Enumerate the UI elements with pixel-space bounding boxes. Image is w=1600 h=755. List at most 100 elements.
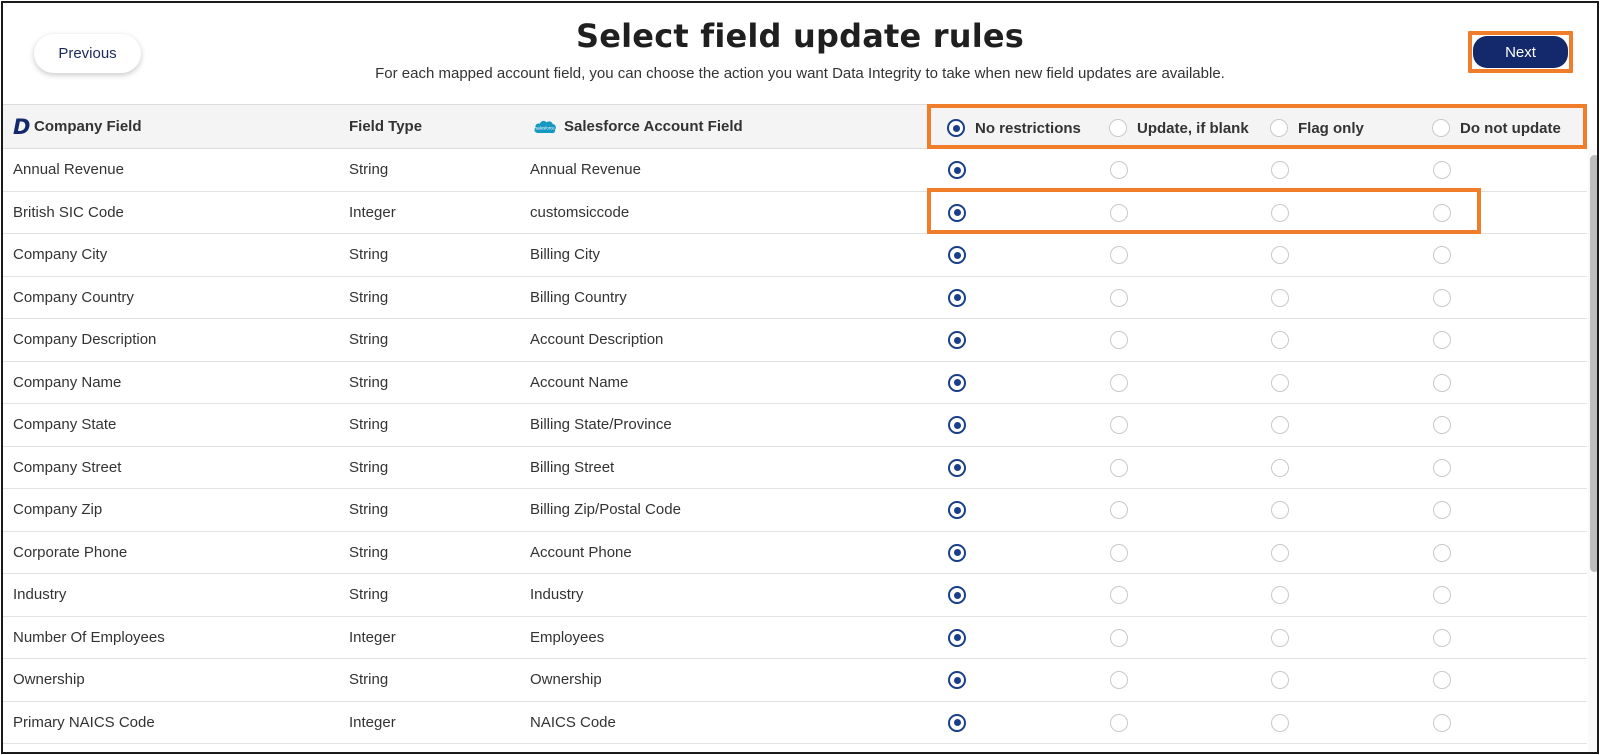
cell-company-field: Company State [13, 416, 117, 433]
radio-update-if-blank[interactable] [1110, 628, 1128, 647]
cell-salesforce-field: Account Name [530, 373, 629, 391]
scrollbar-thumb[interactable] [1590, 155, 1597, 572]
company-logo-icon: D [13, 115, 31, 139]
radio-flag-only[interactable] [1271, 416, 1289, 434]
cell-salesforce-field: Billing Street [530, 458, 615, 476]
table-row: Annual Revenue String Annual Revenue [3, 149, 1587, 192]
cell-field-type: String [349, 161, 389, 178]
radio-do-not-update[interactable] [1433, 628, 1451, 647]
radio-update-if-blank[interactable] [1110, 288, 1128, 307]
radio-do-not-update[interactable] [1433, 373, 1451, 392]
radio-update-if-blank[interactable] [1110, 713, 1128, 732]
radio-do-not-update[interactable] [1433, 161, 1451, 179]
page-title: Select field update rules [575, 17, 1025, 55]
cell-field-type: String [349, 458, 389, 476]
radio-no-restrictions[interactable] [948, 161, 966, 179]
radio-update-if-blank[interactable] [1110, 331, 1128, 349]
table-scrollbar[interactable] [1588, 149, 1597, 752]
page-subtitle: For each mapped account field, you can c… [375, 65, 1225, 82]
radio-no-restrictions[interactable] [948, 331, 966, 349]
table-row: Company Street String Billing Street [3, 447, 1587, 489]
radio-no-restrictions[interactable] [948, 501, 966, 519]
radio-do-not-update[interactable] [1433, 543, 1451, 562]
radio-no-restrictions[interactable] [948, 416, 966, 434]
table-row: Primary NAICS Code Integer NAICS Code [3, 702, 1587, 744]
table-row: Ownership String Ownership [3, 659, 1587, 702]
radio-update-if-blank[interactable] [1110, 586, 1128, 604]
table-row: Industry String Industry [3, 574, 1587, 617]
radio-flag-only[interactable] [1271, 288, 1289, 307]
cell-field-type: String [349, 288, 389, 306]
radio-do-not-update[interactable] [1433, 671, 1451, 689]
cell-field-type: String [349, 416, 389, 433]
radio-update-if-blank[interactable] [1110, 416, 1128, 434]
radio-flag-only[interactable] [1271, 713, 1289, 732]
cell-company-field: Ownership [13, 671, 85, 688]
radio-flag-only[interactable] [1271, 458, 1289, 477]
radio-no-restrictions[interactable] [948, 288, 966, 307]
cell-field-type: String [349, 373, 389, 391]
radio-do-not-update[interactable] [1433, 246, 1451, 264]
cell-company-field: Company Street [13, 458, 122, 476]
cell-salesforce-field: Account Phone [530, 543, 632, 561]
radio-no-restrictions[interactable] [948, 713, 966, 732]
radio-flag-only[interactable] [1271, 628, 1289, 647]
cell-field-type: String [349, 586, 389, 603]
radio-do-not-update[interactable] [1433, 501, 1451, 519]
radio-flag-only[interactable] [1271, 161, 1289, 179]
radio-flag-only[interactable] [1271, 586, 1289, 604]
options-header-highlight [927, 104, 1587, 149]
radio-flag-only[interactable] [1271, 331, 1289, 349]
radio-flag-only[interactable] [1271, 543, 1289, 562]
cell-salesforce-field: Billing Country [530, 288, 627, 306]
radio-do-not-update[interactable] [1433, 713, 1451, 732]
radio-update-if-blank[interactable] [1110, 501, 1128, 519]
radio-flag-only[interactable] [1271, 246, 1289, 264]
radio-update-if-blank[interactable] [1110, 458, 1128, 477]
radio-update-if-blank[interactable] [1110, 373, 1128, 392]
radio-no-restrictions[interactable] [948, 628, 966, 647]
table-row: Company Country String Billing Country [3, 277, 1587, 319]
cell-salesforce-field: Billing City [530, 246, 601, 263]
page-header: Previous Select field update rules For e… [3, 3, 1597, 104]
cell-salesforce-field: Industry [530, 586, 584, 603]
cell-company-field: Number Of Employees [13, 628, 165, 646]
table-row: Company City String Billing City [3, 234, 1587, 277]
cell-company-field: Annual Revenue [13, 161, 124, 178]
cell-field-type: Integer [349, 628, 396, 646]
table-body: Annual Revenue String Annual Revenue Britis… [3, 149, 1587, 744]
table-row: Company Description String Account Descrip… [3, 319, 1587, 362]
radio-do-not-update[interactable] [1433, 586, 1451, 604]
cell-company-field: Company City [13, 246, 108, 263]
cell-salesforce-field: Billing State/Province [530, 416, 672, 433]
table-row: Number Of Employees Integer Employees [3, 617, 1587, 659]
radio-no-restrictions[interactable] [948, 586, 966, 604]
radio-update-if-blank[interactable] [1110, 246, 1128, 264]
radio-flag-only[interactable] [1271, 373, 1289, 392]
radio-no-restrictions[interactable] [948, 373, 966, 392]
radio-update-if-blank[interactable] [1110, 671, 1128, 689]
radio-flag-only[interactable] [1271, 501, 1289, 519]
radio-do-not-update[interactable] [1433, 458, 1451, 477]
column-header-salesforce-field: Salesforce Account Field [564, 118, 743, 135]
cell-company-field: Company Description [13, 331, 157, 348]
radio-update-if-blank[interactable] [1110, 543, 1128, 562]
radio-no-restrictions[interactable] [948, 671, 966, 689]
radio-no-restrictions[interactable] [948, 458, 966, 477]
radio-update-if-blank[interactable] [1110, 161, 1128, 179]
cell-salesforce-field: Billing Zip/Postal Code [530, 501, 681, 518]
cell-salesforce-field: Employees [530, 628, 605, 646]
cell-salesforce-field: Annual Revenue [530, 161, 641, 178]
radio-do-not-update[interactable] [1433, 288, 1451, 307]
radio-do-not-update[interactable] [1433, 416, 1451, 434]
column-header-company-field: Company Field [34, 118, 142, 135]
next-button[interactable]: Next [1473, 36, 1568, 68]
cell-company-field: Corporate Phone [13, 543, 128, 561]
radio-do-not-update[interactable] [1433, 331, 1451, 349]
table-row: Corporate Phone String Account Phone [3, 532, 1587, 574]
radio-no-restrictions[interactable] [948, 543, 966, 562]
radio-no-restrictions[interactable] [948, 246, 966, 264]
radio-flag-only[interactable] [1271, 671, 1289, 689]
cell-company-field: Company Name [13, 373, 122, 391]
cell-salesforce-field: Ownership [530, 671, 602, 688]
